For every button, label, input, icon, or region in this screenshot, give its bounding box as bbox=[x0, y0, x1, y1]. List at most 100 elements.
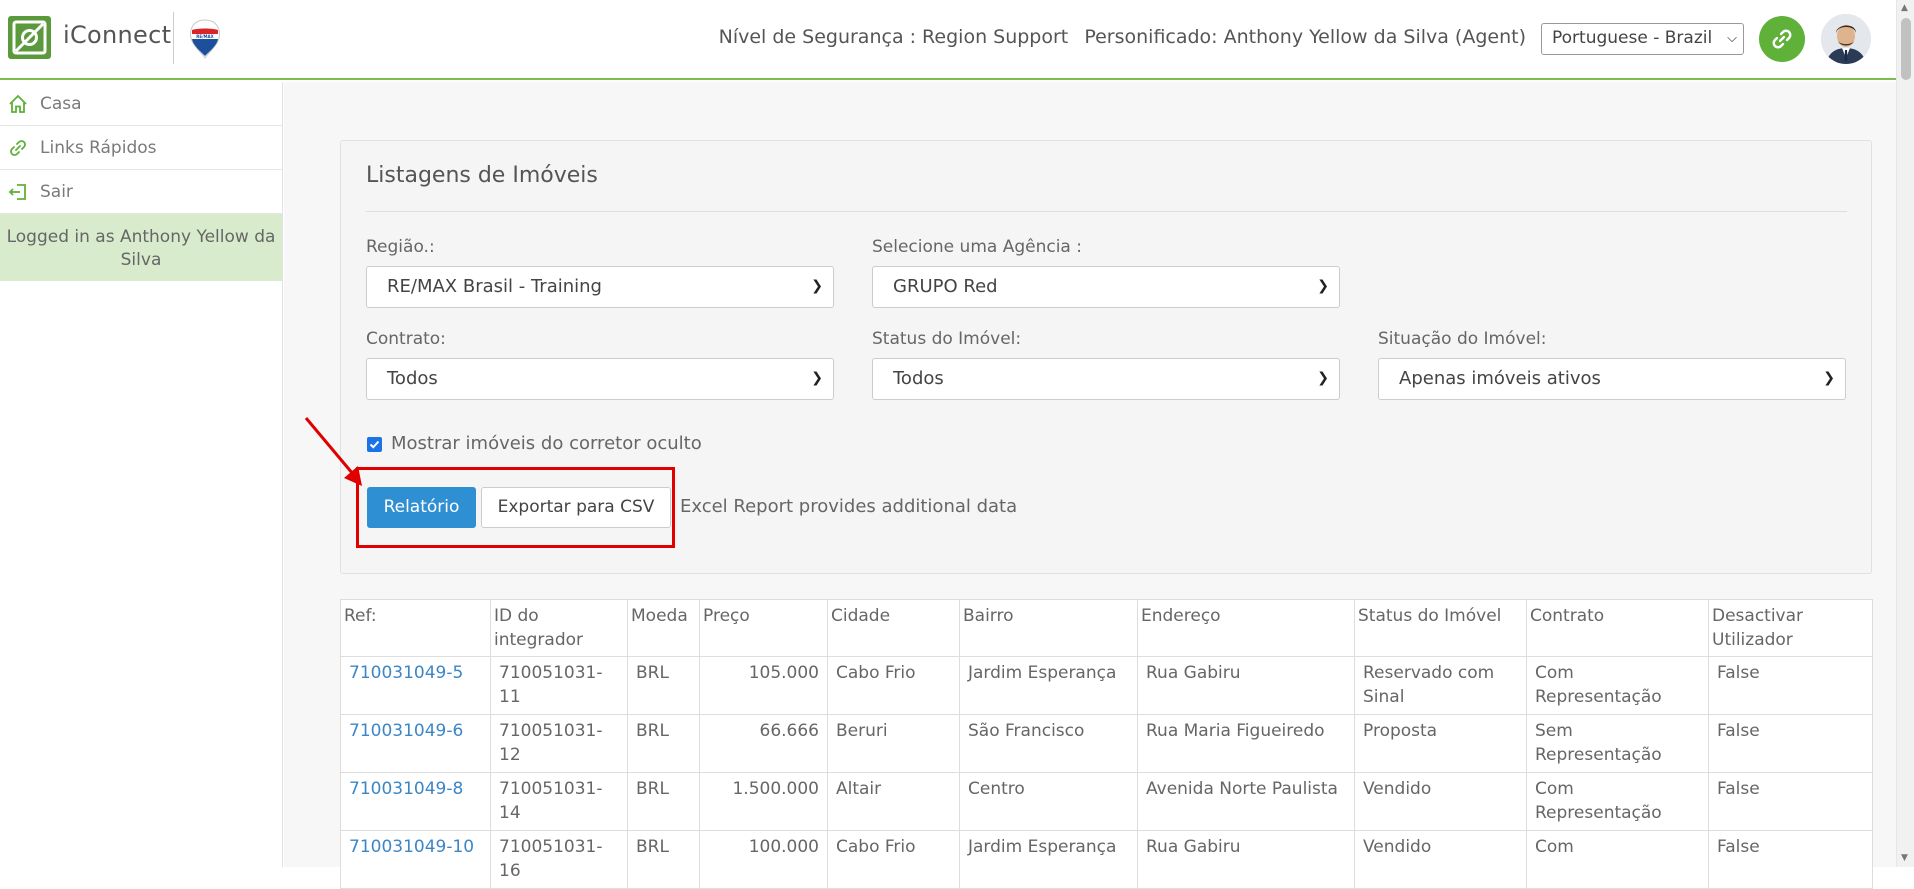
agency-select-value: GRUPO Red bbox=[893, 276, 998, 297]
table-cell: Com Representação bbox=[1526, 772, 1709, 831]
table-cell: Jardim Esperança bbox=[959, 656, 1138, 715]
contract-select-value: Todos bbox=[387, 368, 438, 389]
sidebar-item-links-rapidos[interactable]: Links Rápidos bbox=[0, 126, 282, 170]
table-cell: 710051031-11 bbox=[490, 656, 628, 715]
sidebar-item-casa[interactable]: Casa bbox=[0, 82, 282, 126]
user-avatar[interactable] bbox=[1821, 14, 1871, 64]
table-cell: Vendido bbox=[1354, 830, 1527, 889]
contract-select[interactable]: Todos ❯ bbox=[366, 358, 834, 400]
table-cell: Avenida Norte Paulista bbox=[1137, 772, 1355, 831]
sidebar-item-sair[interactable]: Sair bbox=[0, 170, 282, 214]
table-cell: False bbox=[1708, 656, 1873, 715]
table-cell: False bbox=[1708, 714, 1873, 773]
table-cell: Com Representação bbox=[1526, 656, 1709, 715]
chevron-down-icon: ⌵ bbox=[1727, 31, 1737, 46]
table-cell: Vendido bbox=[1354, 772, 1527, 831]
status-select[interactable]: Todos ❯ bbox=[872, 358, 1340, 400]
scroll-down-icon[interactable]: ▼ bbox=[1901, 853, 1908, 863]
chevron-down-icon: ❯ bbox=[1823, 370, 1835, 386]
table-cell: Cabo Frio bbox=[827, 656, 960, 715]
table-cell: 1.500.000 bbox=[699, 772, 828, 831]
chevron-down-icon: ❯ bbox=[1317, 370, 1329, 386]
header-divider bbox=[173, 12, 174, 64]
filters-panel: Listagens de Imóveis Região.: RE/MAX Bra… bbox=[340, 140, 1872, 574]
link-icon bbox=[10, 139, 26, 156]
listings-table: Ref: ID do integrador Moeda Preço Cidade… bbox=[340, 599, 1873, 889]
agency-label: Selecione uma Agência : bbox=[872, 237, 1082, 257]
column-header[interactable]: Bairro bbox=[959, 599, 1138, 657]
situation-label: Situação do Imóvel: bbox=[1378, 329, 1547, 349]
region-select[interactable]: RE/MAX Brasil - Training ❯ bbox=[366, 266, 834, 308]
table-cell: BRL bbox=[627, 830, 700, 889]
table-cell: 66.666 bbox=[699, 714, 828, 773]
table-row: 710031049-10 710051031-16 BRL 100.000 Ca… bbox=[340, 830, 1873, 889]
logout-icon bbox=[8, 183, 26, 200]
chevron-down-icon: ❯ bbox=[1317, 278, 1329, 294]
situation-select-value: Apenas imóveis ativos bbox=[1399, 368, 1601, 389]
table-cell: São Francisco bbox=[959, 714, 1138, 773]
table-cell: BRL bbox=[627, 714, 700, 773]
svg-text:RE/MAX: RE/MAX bbox=[196, 34, 213, 39]
table-cell: Beruri bbox=[827, 714, 960, 773]
table-cell: 710051031-12 bbox=[490, 714, 628, 773]
table-cell: 710051031-14 bbox=[490, 772, 628, 831]
table-cell: 105.000 bbox=[699, 656, 828, 715]
table-cell: 710051031-16 bbox=[490, 830, 628, 889]
export-csv-button[interactable]: Exportar para CSV bbox=[481, 487, 671, 528]
impersonated-user-text: Personificado: Anthony Yellow da Silva (… bbox=[1084, 26, 1526, 48]
region-select-value: RE/MAX Brasil - Training bbox=[387, 276, 602, 297]
column-header[interactable]: Status do Imóvel bbox=[1354, 599, 1527, 657]
home-icon bbox=[9, 94, 27, 113]
situation-select[interactable]: Apenas imóveis ativos ❯ bbox=[1378, 358, 1846, 400]
hidden-agent-label[interactable]: Mostrar imóveis do corretor oculto bbox=[391, 433, 702, 454]
sidebar-item-label: Sair bbox=[40, 181, 73, 202]
table-cell: BRL bbox=[627, 656, 700, 715]
column-header[interactable]: Contrato bbox=[1526, 599, 1709, 657]
chevron-down-icon: ❯ bbox=[811, 370, 823, 386]
table-header-row: Ref: ID do integrador Moeda Preço Cidade… bbox=[340, 599, 1873, 657]
table-cell: Centro bbox=[959, 772, 1138, 831]
column-header[interactable]: Preço bbox=[699, 599, 828, 657]
table-cell: Com bbox=[1526, 830, 1709, 889]
table-cell: Rua Gabiru bbox=[1137, 656, 1355, 715]
status-label: Status do Imóvel: bbox=[872, 329, 1022, 349]
ref-link[interactable]: 710031049-8 bbox=[340, 772, 491, 831]
table-cell: BRL bbox=[627, 772, 700, 831]
column-header[interactable]: Moeda bbox=[627, 599, 700, 657]
app-name: iConnect bbox=[63, 21, 172, 49]
column-header[interactable]: Desactivar Utilizador bbox=[1708, 599, 1873, 657]
security-level-text: Nível de Segurança : Region Support bbox=[718, 26, 1069, 48]
ref-link[interactable]: 710031049-6 bbox=[340, 714, 491, 773]
report-button[interactable]: Relatório bbox=[367, 487, 476, 528]
agency-select[interactable]: GRUPO Red ❯ bbox=[872, 266, 1340, 308]
logged-in-banner: Logged in as Anthony Yellow da Silva bbox=[0, 214, 282, 281]
column-header[interactable]: Endereço bbox=[1137, 599, 1355, 657]
sidebar: Casa Links Rápidos Sair Logged in as Ant… bbox=[0, 82, 283, 867]
table-cell: Altair bbox=[827, 772, 960, 831]
main-content: Listagens de Imóveis Região.: RE/MAX Bra… bbox=[284, 82, 1896, 889]
table-cell: 100.000 bbox=[699, 830, 828, 889]
page-title: Listagens de Imóveis bbox=[366, 163, 598, 188]
table-cell: Proposta bbox=[1354, 714, 1527, 773]
panel-divider bbox=[366, 211, 1847, 212]
table-cell: Rua Maria Figueiredo bbox=[1137, 714, 1355, 773]
column-header[interactable]: Ref: bbox=[340, 599, 491, 657]
table-cell: Sem Representação bbox=[1526, 714, 1709, 773]
table-cell: Jardim Esperança bbox=[959, 830, 1138, 889]
language-select[interactable]: Portuguese - Brazil ⌵ bbox=[1541, 23, 1744, 55]
iconnect-logo-icon[interactable] bbox=[8, 16, 51, 59]
ref-link[interactable]: 710031049-5 bbox=[340, 656, 491, 715]
annotation-arrow-icon bbox=[304, 417, 362, 486]
column-header[interactable]: ID do integrador bbox=[490, 599, 628, 657]
ref-link[interactable]: 710031049-10 bbox=[340, 830, 491, 889]
region-label: Região.: bbox=[366, 237, 435, 257]
table-row: 710031049-8 710051031-14 BRL 1.500.000 A… bbox=[340, 772, 1873, 831]
scrollbar-thumb[interactable] bbox=[1901, 18, 1911, 80]
page-scrollbar[interactable]: ▲ ▼ bbox=[1896, 0, 1914, 867]
column-header[interactable]: Cidade bbox=[827, 599, 960, 657]
sidebar-item-label: Links Rápidos bbox=[40, 137, 157, 158]
table-cell: Cabo Frio bbox=[827, 830, 960, 889]
scroll-up-icon[interactable]: ▲ bbox=[1901, 3, 1908, 13]
quick-links-button[interactable] bbox=[1759, 16, 1805, 62]
language-select-value: Portuguese - Brazil bbox=[1552, 28, 1713, 48]
